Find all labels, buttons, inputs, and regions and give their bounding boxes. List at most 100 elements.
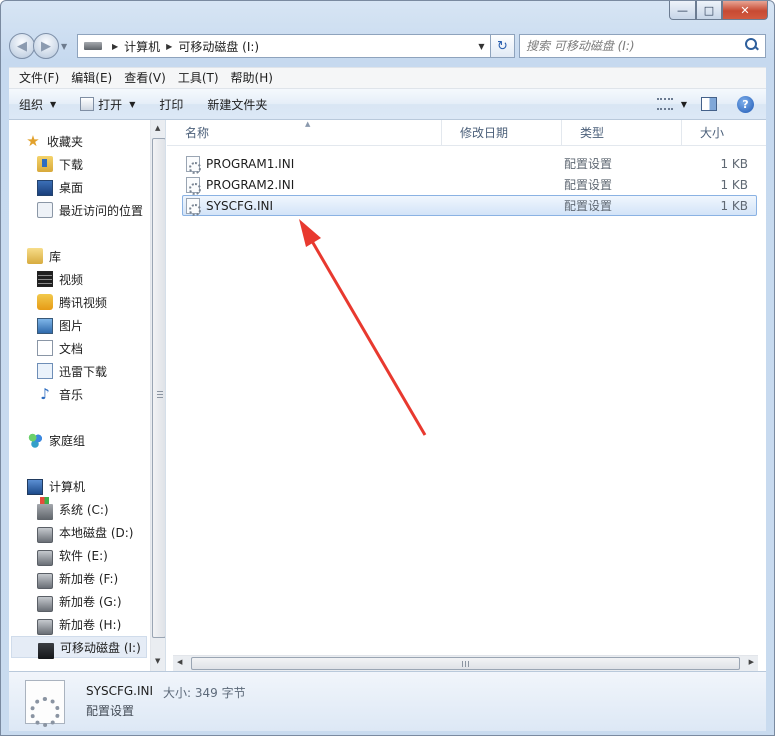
menu-tools[interactable]: 工具(T) (172, 68, 225, 88)
sidebar-item-label: 图片 (59, 318, 84, 333)
back-arrow-icon: ◀ (17, 38, 27, 54)
sidebar-item-label: 最近访问的位置 (59, 203, 144, 218)
system-drive-icon (37, 497, 53, 520)
thunder-download-icon (37, 363, 53, 379)
forward-button[interactable]: ▶ (33, 33, 59, 59)
explorer-window: — □ ✕ ◀ ▶ ▼ ▶ 计算机 ▶ 可移动磁盘 (I:) ▼ ↻ 文件(F)… (0, 0, 775, 736)
maximize-button[interactable]: □ (696, 1, 722, 20)
search-input[interactable] (526, 39, 743, 53)
sidebar-item-drive-c[interactable]: 系统 (C:) (37, 497, 165, 520)
notepad-icon (80, 97, 95, 111)
search-box[interactable] (519, 34, 766, 58)
column-date-modified[interactable]: 修改日期 (442, 120, 562, 146)
navigation-scrollbar[interactable]: ▲ ▼ (150, 120, 165, 671)
sidebar-item-favorites[interactable]: ★ 收藏夹 (25, 130, 165, 152)
breadcrumb-removable-disk[interactable]: 可移动磁盘 (I:) (178, 38, 259, 55)
menu-file[interactable]: 文件(F) (13, 68, 65, 88)
local-disk-icon (37, 550, 53, 566)
organize-label: 组织 (19, 97, 44, 112)
sidebar-item-documents[interactable]: 文档 (37, 337, 165, 359)
horizontal-scrollbar-thumb[interactable] (191, 657, 740, 670)
sidebar-item-label: 桌面 (59, 180, 84, 195)
breadcrumb-separator-icon[interactable]: ▶ (112, 42, 118, 51)
column-type[interactable]: 类型 (562, 120, 682, 146)
close-button[interactable]: ✕ (722, 1, 768, 20)
sidebar-item-libraries[interactable]: 库 (27, 245, 165, 267)
sidebar-item-drive-g[interactable]: 新加卷 (G:) (37, 590, 165, 612)
forward-arrow-icon: ▶ (41, 38, 51, 54)
scroll-down-icon[interactable]: ▼ (155, 657, 160, 665)
print-button[interactable]: 打印 (159, 96, 183, 113)
scrollbar-thumb[interactable] (152, 138, 165, 638)
sidebar-item-music[interactable]: ♪ 音乐 (37, 383, 165, 405)
sidebar-item-drive-e[interactable]: 软件 (E:) (37, 544, 165, 566)
sidebar-item-label: 音乐 (59, 387, 84, 402)
scroll-left-icon[interactable]: ◀ (177, 658, 182, 666)
sidebar-item-label: 本地磁盘 (D:) (59, 525, 134, 540)
file-row-program2[interactable]: PROGRAM2.INI 配置设置 1 KB (182, 174, 757, 195)
star-icon: ★ (26, 132, 40, 150)
menu-bar: 文件(F) 编辑(E) 查看(V) 工具(T) 帮助(H) (9, 67, 766, 89)
horizontal-scrollbar[interactable]: ◀ ▶ (173, 655, 758, 671)
menu-view[interactable]: 查看(V) (118, 68, 172, 88)
help-icon[interactable]: ? (737, 95, 754, 113)
print-label: 打印 (159, 97, 184, 112)
column-size[interactable]: 大小 (682, 120, 775, 146)
change-view-icon[interactable] (656, 98, 673, 110)
sidebar-item-drive-i[interactable]: 可移动磁盘 (I:) (11, 636, 147, 659)
sidebar-item-thunder-downloads[interactable]: 迅雷下载 (37, 360, 165, 382)
refresh-button[interactable]: ↻ (491, 34, 515, 58)
video-library-icon (37, 271, 53, 287)
file-name: PROGRAM2.INI (206, 177, 295, 192)
sidebar-item-drive-h[interactable]: 新加卷 (H:) (37, 613, 165, 635)
sidebar-item-computer[interactable]: 计算机 (27, 475, 165, 497)
sidebar-item-label: 可移动磁盘 (I:) (60, 640, 141, 655)
recent-places-icon (37, 202, 53, 218)
address-dropdown-icon[interactable]: ▼ (472, 42, 490, 51)
scroll-right-icon[interactable]: ▶ (749, 658, 754, 666)
scroll-up-icon[interactable]: ▲ (155, 124, 160, 132)
search-icon[interactable] (743, 37, 761, 55)
address-bar[interactable]: ▶ 计算机 ▶ 可移动磁盘 (I:) ▼ (77, 34, 491, 58)
content-area: ★ 收藏夹 下载 桌面 最近访问的位置 库 视频 腾讯视频 图片 文档 迅雷下载 … (9, 120, 766, 671)
sidebar-item-label: 库 (49, 249, 62, 264)
organize-button[interactable]: 组织 ▼ (19, 96, 56, 113)
file-type: 配置设置 (564, 199, 613, 213)
back-button[interactable]: ◀ (9, 33, 35, 59)
sidebar-item-label: 新加卷 (F:) (59, 571, 119, 586)
documents-icon (37, 340, 53, 356)
open-label: 打开 (98, 97, 123, 112)
breadcrumb-separator-icon[interactable]: ▶ (166, 42, 172, 51)
open-button[interactable]: 打开 ▼ (80, 96, 135, 113)
command-bar: 组织 ▼ 打开 ▼ 打印 新建文件夹 ▼ ? (9, 89, 766, 120)
ini-file-icon (186, 197, 201, 216)
file-row-program1[interactable]: PROGRAM1.INI 配置设置 1 KB (182, 153, 757, 174)
sidebar-item-downloads[interactable]: 下载 (37, 153, 165, 175)
sidebar-item-drive-d[interactable]: 本地磁盘 (D:) (37, 521, 165, 543)
new-folder-button[interactable]: 新建文件夹 (207, 96, 267, 113)
sidebar-item-label: 系统 (C:) (59, 502, 109, 517)
sidebar-item-label: 视频 (59, 272, 84, 287)
sidebar-item-pictures[interactable]: 图片 (37, 314, 165, 336)
new-folder-label: 新建文件夹 (207, 97, 268, 112)
breadcrumb-computer[interactable]: 计算机 (124, 38, 160, 55)
sidebar-item-desktop[interactable]: 桌面 (37, 176, 165, 198)
sidebar-item-drive-f[interactable]: 新加卷 (F:) (37, 567, 165, 589)
view-options-chevron-icon[interactable]: ▼ (681, 100, 687, 109)
recent-pages-dropdown[interactable]: ▼ (61, 42, 73, 51)
menu-edit[interactable]: 编辑(E) (65, 68, 118, 88)
file-row-syscfg[interactable]: SYSCFG.INI 配置设置 1 KB (182, 195, 757, 216)
sidebar-item-tencent-video[interactable]: 腾讯视频 (37, 291, 165, 313)
file-name: PROGRAM1.INI (206, 156, 295, 171)
removable-disk-icon (38, 642, 54, 659)
file-type: 配置设置 (564, 157, 613, 171)
sidebar-item-recent-places[interactable]: 最近访问的位置 (37, 199, 165, 221)
preview-pane-icon[interactable] (701, 97, 717, 111)
minimize-button[interactable]: — (669, 1, 696, 20)
local-disk-icon (37, 596, 53, 612)
file-size: 1 KB (720, 198, 748, 213)
file-list: 名称 ▲ 修改日期 类型 大小 PROGRAM1.INI 配置设置 1 KB P… (167, 120, 766, 671)
sidebar-item-videos[interactable]: 视频 (37, 268, 165, 290)
menu-help[interactable]: 帮助(H) (225, 68, 279, 88)
sidebar-item-homegroup[interactable]: 家庭组 (27, 429, 165, 451)
